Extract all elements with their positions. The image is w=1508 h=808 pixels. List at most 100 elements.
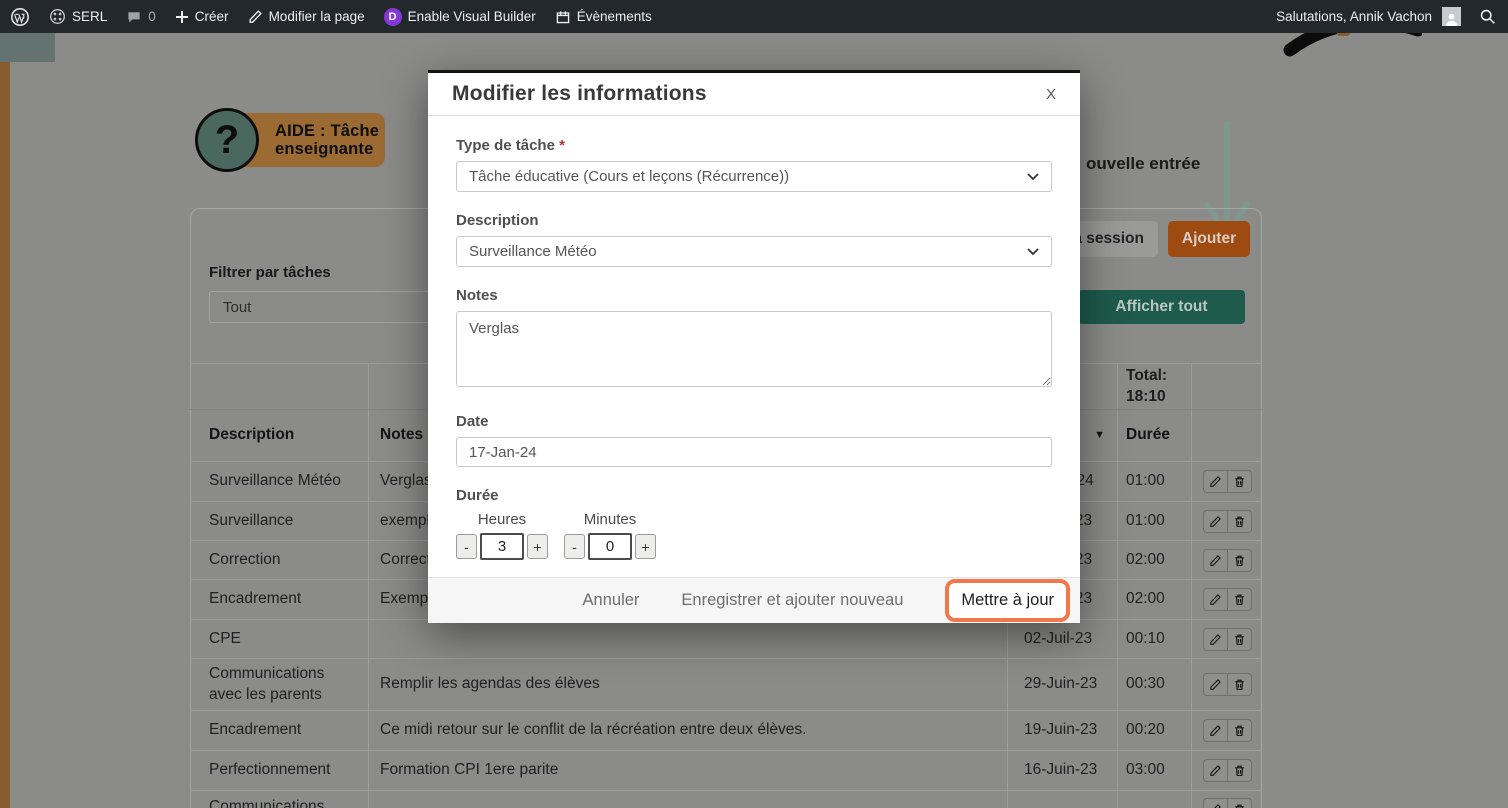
evenements-icon xyxy=(555,9,571,25)
table-row: Communications avec les parents Remplir … xyxy=(190,659,1262,711)
delete-button[interactable] xyxy=(1227,470,1252,493)
modal-footer: Annuler Enregistrer et ajouter nouveau M… xyxy=(428,577,1080,623)
new-content-item[interactable]: Créer xyxy=(175,9,229,24)
hours-minus-button[interactable]: - xyxy=(456,534,477,559)
date-input[interactable] xyxy=(456,437,1052,467)
events-item[interactable]: Évènements xyxy=(555,9,652,25)
notes-label: Notes xyxy=(456,287,1052,304)
edit-entry-modal: Modifier les informations X Type de tâch… xyxy=(428,70,1080,623)
edit-button[interactable] xyxy=(1203,549,1228,572)
cell-notes xyxy=(369,620,1008,658)
cell-date: 02-Juil-23 xyxy=(1008,620,1118,658)
modal-header: Modifier les informations X xyxy=(428,73,1080,116)
cancel-button[interactable]: Annuler xyxy=(583,591,640,610)
delete-button[interactable] xyxy=(1227,673,1252,696)
empty-cell xyxy=(190,364,369,409)
description-select-value: Surveillance Météo xyxy=(469,243,597,260)
cell-date xyxy=(1008,791,1118,808)
total-value: 18:10 xyxy=(1126,387,1167,408)
duration-label: Durée xyxy=(456,487,1052,504)
create-label: Créer xyxy=(195,9,229,24)
date-label: Date xyxy=(456,413,1052,430)
cell-actions xyxy=(1192,659,1262,710)
cell-date: 19-Juin-23 xyxy=(1008,711,1118,750)
close-icon[interactable]: X xyxy=(1046,86,1056,103)
save-and-add-new-button[interactable]: Enregistrer et ajouter nouveau xyxy=(681,591,903,610)
description-select[interactable]: Surveillance Météo xyxy=(456,236,1052,267)
wordpress-logo-icon[interactable] xyxy=(10,7,30,27)
cell-date: 16-Juin-23 xyxy=(1008,751,1118,790)
events-label: Évènements xyxy=(577,9,652,24)
description-label: Description xyxy=(456,212,1052,229)
modal-body: Type de tâche * Tâche éducative (Cours e… xyxy=(428,116,1080,560)
edit-button[interactable] xyxy=(1203,588,1228,611)
notes-textarea[interactable]: Verglas xyxy=(456,311,1052,387)
edit-button[interactable] xyxy=(1203,759,1228,782)
new-entry-label: ouvelle entrée xyxy=(1086,154,1200,174)
hours-plus-button[interactable]: + xyxy=(527,534,548,559)
search-icon[interactable] xyxy=(1479,8,1496,25)
hours-input[interactable] xyxy=(480,533,524,560)
sort-desc-icon: ▼ xyxy=(1094,428,1105,443)
total-cell: Total: 18:10 xyxy=(1118,364,1192,409)
filter-label: Filtrer par tâches xyxy=(209,264,331,281)
cell-description: Surveillance xyxy=(190,502,369,540)
question-mark-icon[interactable]: ? xyxy=(195,108,259,172)
my-sites-icon xyxy=(49,8,66,25)
chevron-down-icon xyxy=(1027,168,1039,185)
cell-actions xyxy=(1192,462,1262,501)
delete-button[interactable] xyxy=(1227,588,1252,611)
table-row: Communications xyxy=(190,791,1262,808)
header-duration[interactable]: Durée xyxy=(1118,410,1192,461)
update-button[interactable]: Mettre à jour xyxy=(945,579,1070,622)
add-button[interactable]: Ajouter xyxy=(1168,221,1250,257)
edit-button[interactable] xyxy=(1203,719,1228,742)
cell-notes xyxy=(369,791,1008,808)
chevron-down-icon xyxy=(1027,243,1039,260)
greeting-text[interactable]: Salutations, Annik Vachon xyxy=(1276,9,1432,24)
page: AIDE : Tâche enseignante ? ouvelle entré… xyxy=(0,0,1508,808)
avatar[interactable] xyxy=(1442,7,1461,26)
header-description[interactable]: Description xyxy=(190,410,369,461)
my-sites-item[interactable]: SERL xyxy=(49,8,107,25)
delete-button[interactable] xyxy=(1227,549,1252,572)
cell-duration: 01:00 xyxy=(1118,502,1192,540)
delete-button[interactable] xyxy=(1227,510,1252,533)
cell-duration: 00:30 xyxy=(1118,659,1192,710)
minutes-plus-button[interactable]: + xyxy=(635,534,656,559)
comments-item[interactable]: 0 xyxy=(126,9,156,25)
edit-button[interactable] xyxy=(1203,510,1228,533)
cell-description: Perfectionnement xyxy=(190,751,369,790)
hours-group: Heures - + xyxy=(456,511,548,560)
comments-count: 0 xyxy=(148,9,156,24)
minutes-input[interactable] xyxy=(588,533,632,560)
edit-page-label: Modifier la page xyxy=(269,9,365,24)
table-row: Perfectionnement Formation CPI 1ere pari… xyxy=(190,751,1262,791)
delete-button[interactable] xyxy=(1227,719,1252,742)
cell-actions xyxy=(1192,620,1262,658)
minutes-label: Minutes xyxy=(584,511,637,528)
type-select[interactable]: Tâche éducative (Cours et leçons (Récurr… xyxy=(456,161,1052,192)
edit-button[interactable] xyxy=(1203,628,1228,651)
delete-button[interactable] xyxy=(1227,759,1252,782)
delete-button[interactable] xyxy=(1227,798,1252,808)
aide-badge-line2: enseignante xyxy=(275,140,385,158)
pencil-icon xyxy=(248,9,263,24)
delete-button[interactable] xyxy=(1227,628,1252,651)
header-actions xyxy=(1192,410,1262,461)
minutes-group: Minutes - + xyxy=(564,511,656,560)
cell-description: Encadrement xyxy=(190,580,369,619)
cell-duration: 02:00 xyxy=(1118,580,1192,619)
total-label: Total: xyxy=(1126,366,1167,387)
cell-notes: Ce midi retour sur le conflit de la récr… xyxy=(369,711,1008,750)
edit-button[interactable] xyxy=(1203,470,1228,493)
filter-select-value: Tout xyxy=(223,299,251,316)
required-asterisk: * xyxy=(559,137,565,154)
edit-page-item[interactable]: Modifier la page xyxy=(248,9,365,24)
edit-button[interactable] xyxy=(1203,673,1228,696)
visual-builder-item[interactable]: D Enable Visual Builder xyxy=(384,8,536,26)
modal-title: Modifier les informations xyxy=(452,82,707,106)
show-all-button[interactable]: Afficher tout xyxy=(1078,290,1245,324)
minutes-minus-button[interactable]: - xyxy=(564,534,585,559)
edit-button[interactable] xyxy=(1203,798,1228,808)
